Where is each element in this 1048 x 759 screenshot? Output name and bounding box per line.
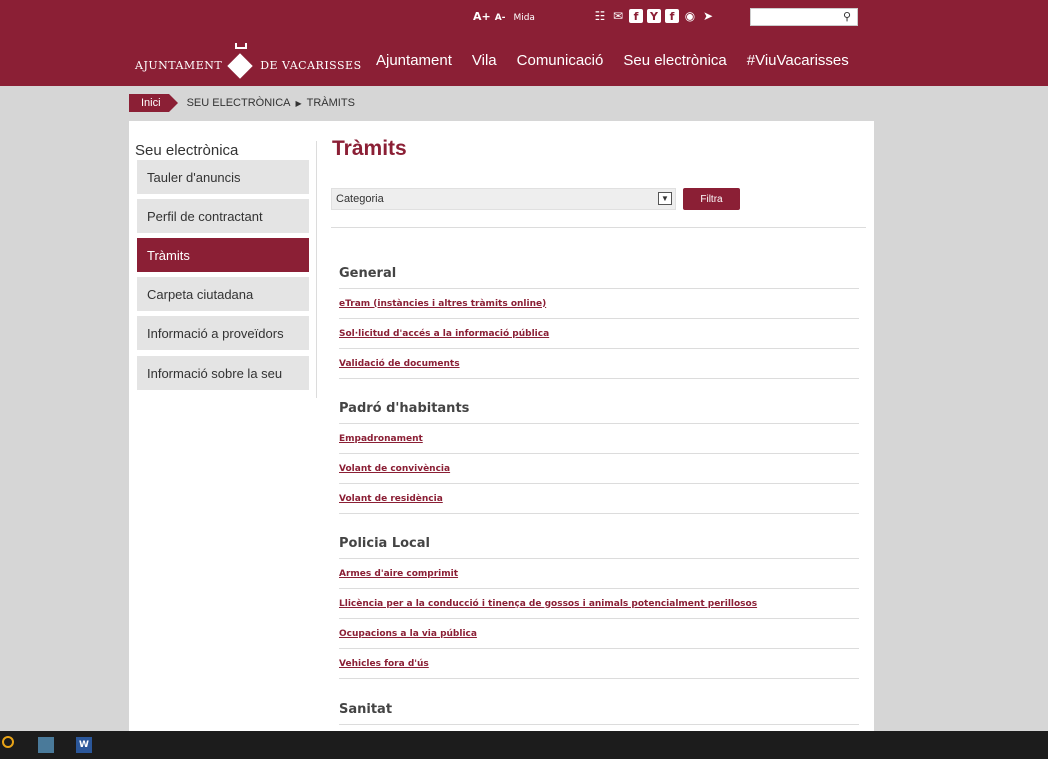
link-armes[interactable]: Armes d'aire comprimit [339, 569, 458, 579]
telegram-icon[interactable]: ➤ [701, 9, 715, 23]
link-validacio[interactable]: Validació de documents [339, 359, 460, 369]
list-item: Llicència per a la conducció i tinença d… [339, 589, 859, 619]
link-ocupacions[interactable]: Ocupacions a la via pública [339, 629, 477, 639]
word-icon[interactable]: W [76, 737, 92, 753]
nav-ajuntament[interactable]: Ajuntament [376, 52, 452, 69]
mail-icon[interactable]: ✉ [611, 9, 625, 23]
facebook-icon[interactable]: f [629, 9, 643, 23]
sidebar-item-tramits[interactable]: Tràmits [137, 238, 309, 272]
category-select[interactable]: Categoria ▼ [331, 188, 676, 210]
breadcrumb: Inici SEU ELECTRÒNICA ▶ TRÀMITS [129, 94, 355, 112]
list-item: Volant de convivència [339, 454, 859, 484]
link-volant-residencia[interactable]: Volant de residència [339, 494, 443, 504]
search-input[interactable]: ⚲ [750, 8, 858, 26]
list-item: Sol·licitud d'accés a la informació públ… [339, 319, 859, 349]
nav-viuvacarisses[interactable]: #ViuVacarisses [747, 52, 849, 69]
section-padro: Padró d'habitants Empadronament Volant d… [339, 394, 859, 514]
app-icon[interactable] [38, 737, 54, 753]
link-etram[interactable]: eTram (instàncies i altres tràmits onlin… [339, 299, 546, 309]
list-item: Validació de documents [339, 349, 859, 379]
list-item: Armes d'aire comprimit [339, 559, 859, 589]
main-header: AJUNTAMENT DE VACARISSES Ajuntament Vila… [0, 30, 1048, 86]
list-item: Empadronament [339, 424, 859, 454]
content-panel: Seu electrònica Tauler d'anuncis Perfil … [129, 121, 874, 731]
social-icons: ☷ ✉ f Y f ◉ ➤ [593, 9, 715, 23]
youtube-icon[interactable]: Y [647, 9, 661, 23]
sidebar-item-proveidors[interactable]: Informació a proveïdors [137, 316, 309, 350]
sitemap-icon[interactable]: ☷ [593, 9, 607, 23]
flickr-icon[interactable]: f [665, 9, 679, 23]
link-volant-convivencia[interactable]: Volant de convivència [339, 464, 450, 474]
font-smaller-button[interactable]: A- [495, 13, 506, 23]
font-larger-button[interactable]: A+ [473, 10, 491, 23]
link-vehicles[interactable]: Vehicles fora d'ús [339, 659, 429, 669]
page-title: Tràmits [332, 137, 407, 160]
nav-comunicacio[interactable]: Comunicació [517, 52, 604, 69]
sidebar-item-carpeta[interactable]: Carpeta ciutadana [137, 277, 309, 311]
list-item: Vehicles fora d'ús [339, 649, 859, 679]
filter-button[interactable]: Filtra [683, 188, 740, 210]
font-size-controls: A+ A- Mida [473, 10, 535, 23]
sidebar-divider [316, 141, 317, 398]
search-icon[interactable]: ⚲ [843, 10, 851, 23]
main-nav: Ajuntament Vila Comunicació Seu electròn… [376, 52, 849, 69]
nav-vila[interactable]: Vila [472, 52, 497, 69]
divider [331, 227, 866, 228]
section-policia-local: Policia Local Armes d'aire comprimit Lli… [339, 529, 859, 679]
utility-bar: A+ A- Mida ☷ ✉ f Y f ◉ ➤ ⚲ [0, 0, 1048, 30]
breadcrumb-item-seu[interactable]: SEU ELECTRÒNICA [187, 97, 291, 109]
os-taskbar: W [0, 731, 1048, 759]
sidebar-title: Seu electrònica [135, 142, 239, 159]
breadcrumb-arrow-icon: ▶ [295, 98, 302, 108]
site-logo[interactable]: AJUNTAMENT DE VACARISSES [135, 43, 362, 79]
section-sanitat: Sanitat [339, 695, 859, 725]
section-heading: Policia Local [339, 529, 859, 559]
section-heading: Padró d'habitants [339, 394, 859, 424]
instagram-icon[interactable]: ◉ [683, 9, 697, 23]
logo-text-left: AJUNTAMENT [135, 58, 223, 72]
breadcrumb-item-tramits: TRÀMITS [306, 97, 355, 109]
section-heading: General [339, 259, 859, 289]
list-item: Ocupacions a la via pública [339, 619, 859, 649]
sidebar-item-perfil[interactable]: Perfil de contractant [137, 199, 309, 233]
clock-app-icon[interactable] [2, 736, 14, 748]
list-item: eTram (instàncies i altres tràmits onlin… [339, 289, 859, 319]
list-item: Volant de residència [339, 484, 859, 514]
section-heading: Sanitat [339, 695, 859, 725]
category-select-value: Categoria [336, 193, 384, 205]
chevron-down-icon[interactable]: ▼ [658, 192, 672, 205]
logo-text-right: DE VACARISSES [260, 58, 362, 72]
font-size-label: Mida [513, 13, 535, 23]
link-llicencia-gossos[interactable]: Llicència per a la conducció i tinença d… [339, 599, 757, 609]
section-general: General eTram (instàncies i altres tràmi… [339, 259, 859, 379]
sidebar-item-tauler[interactable]: Tauler d'anuncis [137, 160, 309, 194]
breadcrumb-home[interactable]: Inici [129, 94, 178, 112]
sidebar-item-info-seu[interactable]: Informació sobre la seu [137, 356, 309, 390]
link-acces-informacio[interactable]: Sol·licitud d'accés a la informació públ… [339, 329, 549, 339]
link-empadronament[interactable]: Empadronament [339, 434, 423, 444]
coat-of-arms-icon [227, 43, 254, 79]
nav-seu-electronica[interactable]: Seu electrònica [623, 52, 726, 69]
